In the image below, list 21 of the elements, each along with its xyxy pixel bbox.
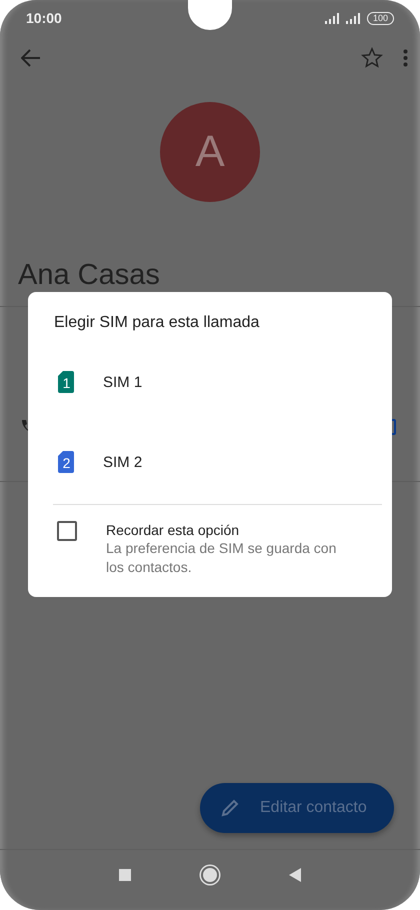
dialog-title: Elegir SIM para esta llamada [53, 314, 260, 332]
sim-option[interactable]: 1 SIM 1 [28, 354, 392, 410]
sim-option[interactable]: 2 SIM 2 [28, 434, 392, 490]
home-button[interactable] [203, 868, 217, 882]
remember-description: La preferencia de SIM se guarda con los contactos. [106, 539, 338, 577]
status-time: 10:00 [26, 10, 62, 26]
pencil-icon [220, 798, 240, 818]
sim-card-icon: 1 [58, 371, 74, 393]
camera-notch [188, 0, 232, 30]
remember-checkbox[interactable] [57, 521, 77, 541]
contact-name: Ana Casas [18, 258, 161, 292]
signal-icon [324, 12, 341, 24]
sim-card-icon: 2 [58, 451, 74, 473]
star-icon[interactable] [361, 47, 383, 69]
back-button[interactable] [289, 868, 301, 882]
contact-avatar: A [160, 102, 260, 202]
more-options-icon[interactable] [403, 49, 408, 67]
back-arrow-icon[interactable] [21, 49, 41, 67]
signal-icon [346, 12, 362, 24]
battery-level: 100 [366, 12, 394, 24]
remember-label: Recordar esta opción [106, 521, 240, 539]
